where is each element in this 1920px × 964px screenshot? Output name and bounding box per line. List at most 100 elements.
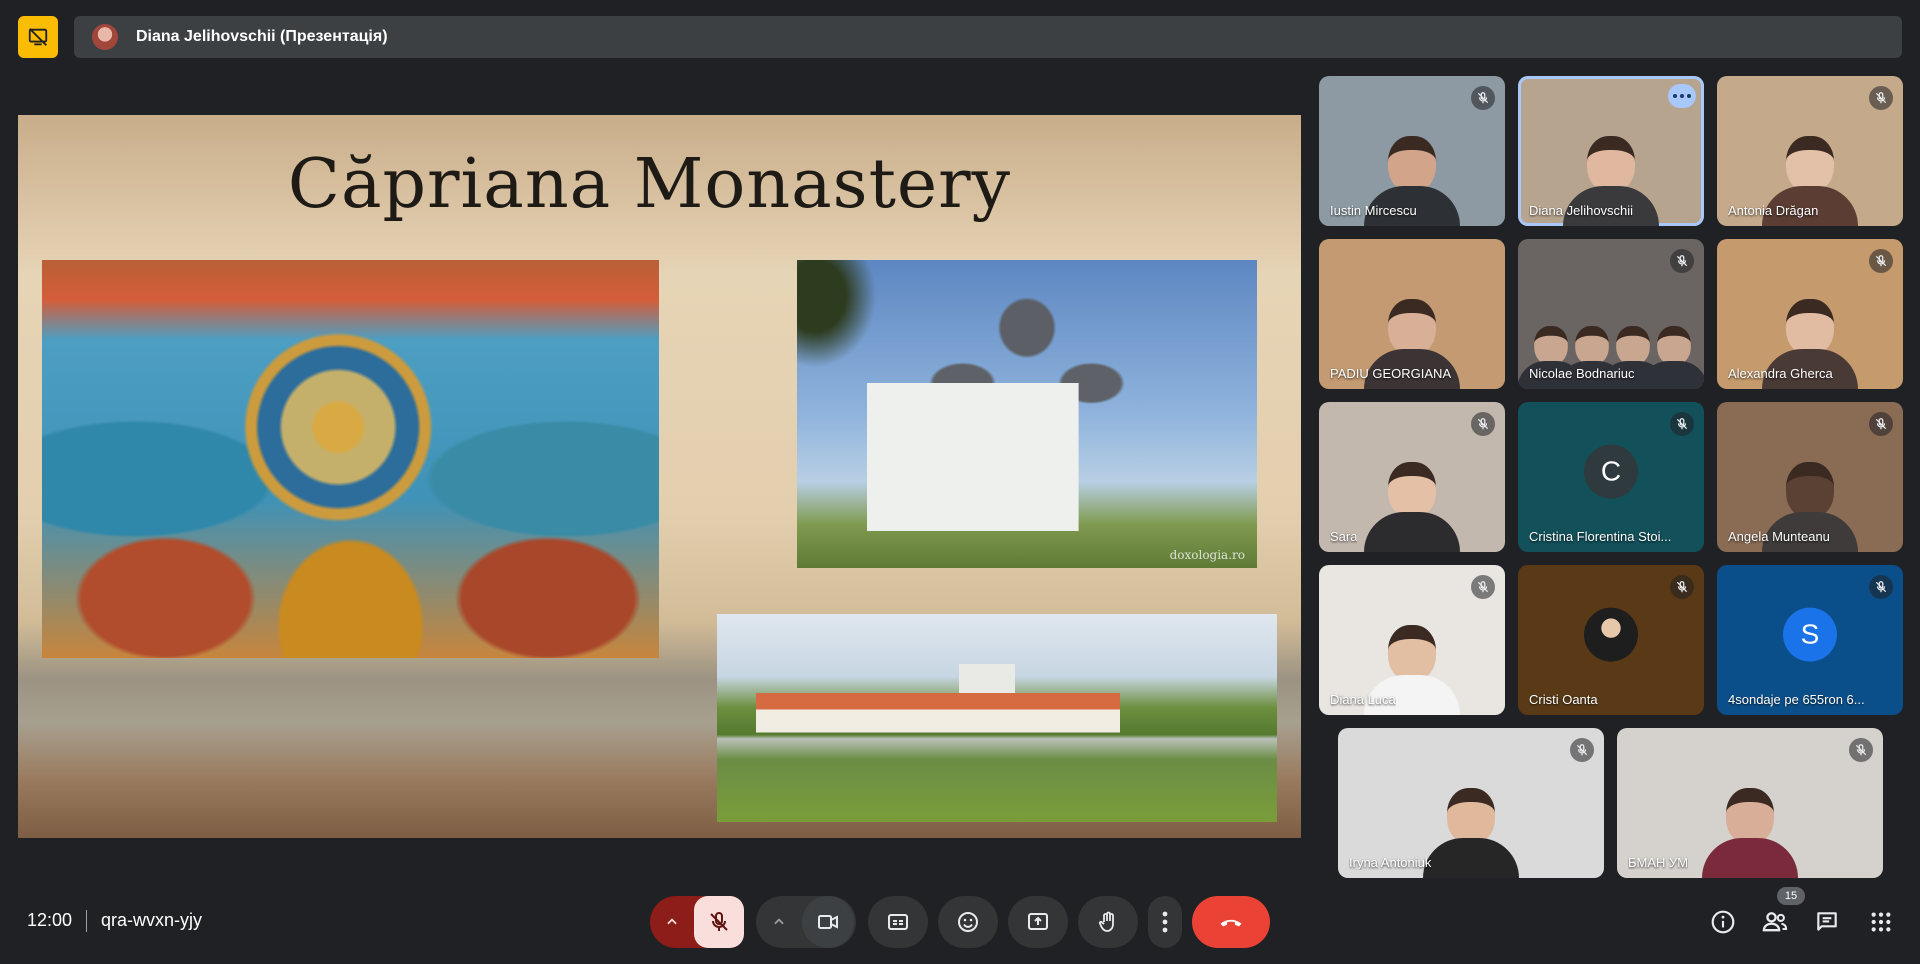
mic-off-icon: [1576, 744, 1588, 756]
captions-icon: [888, 914, 908, 930]
participant-name: Cristi Oanta: [1529, 692, 1598, 707]
meeting-code[interactable]: qra-wvxn-yjy: [101, 910, 202, 931]
presentation-slide: Căpriana Monastery doxologia.ro: [18, 115, 1301, 838]
participant-name: Angela Munteanu: [1728, 529, 1830, 544]
participant-tile[interactable]: Sara: [1319, 402, 1505, 552]
mic-off-icon: [710, 912, 728, 931]
meeting-clock: 12:00: [27, 910, 73, 930]
apps-grid-icon: [1871, 912, 1891, 932]
participant-avatar: C: [1584, 444, 1638, 499]
mic-off-icon: [1477, 581, 1489, 593]
mic-muted-indicator: [1670, 575, 1694, 599]
people-button[interactable]: [1760, 907, 1790, 937]
info-icon: [1711, 910, 1735, 934]
meeting-details-button[interactable]: [1708, 907, 1738, 937]
mic-muted-indicator: [1869, 86, 1893, 110]
raise-hand-button[interactable]: [1078, 896, 1138, 948]
mic-off-icon: [1855, 744, 1867, 756]
participant-tile[interactable]: Nicolae Bodnariuc: [1518, 239, 1704, 389]
reactions-button[interactable]: [938, 896, 998, 948]
participant-name: Nicolae Bodnariuc: [1529, 366, 1635, 381]
mic-muted-indicator: [1670, 249, 1694, 273]
participant-name: БМАН УМ: [1628, 855, 1689, 870]
participant-avatar: [1584, 607, 1638, 662]
participant-name: Diana Jelihovschii: [1529, 203, 1634, 218]
stop-presenting-button[interactable]: [18, 16, 58, 58]
participant-tile[interactable]: C Cristina Florentina Stoi...: [1518, 402, 1704, 552]
mic-off-icon: [1875, 418, 1887, 430]
participant-avatar: S: [1783, 607, 1837, 662]
stop-presenting-icon: [28, 28, 48, 46]
participant-tile[interactable]: Diana Jelihovschii: [1518, 76, 1704, 226]
camera-icon: [818, 915, 838, 929]
mic-muted-indicator: [1670, 412, 1694, 436]
presenter-avatar: [92, 24, 118, 50]
mic-muted-indicator: [1869, 575, 1893, 599]
participant-name: Iryna Antoniuk: [1349, 855, 1432, 870]
mic-muted-indicator: [1869, 249, 1893, 273]
participant-name: Cristina Florentina Stoi...: [1529, 529, 1672, 544]
mic-muted-indicator: [1849, 738, 1873, 762]
mic-muted-indicator: [1471, 412, 1495, 436]
participant-video: [1364, 462, 1460, 552]
participant-video: [1702, 788, 1798, 878]
mic-muted-indicator: [1471, 86, 1495, 110]
church-image: doxologia.ro: [797, 260, 1257, 568]
tile-more-options-button[interactable]: [1668, 84, 1696, 108]
mic-off-icon: [1875, 581, 1887, 593]
participant-name: Alexandra Gherca: [1728, 366, 1833, 381]
chevron-up-icon: [667, 918, 677, 925]
hand-icon: [1098, 911, 1114, 932]
activities-button[interactable]: [1866, 907, 1896, 937]
participant-name: Iustin Mircescu: [1330, 203, 1417, 218]
present-screen-button[interactable]: [1008, 896, 1068, 948]
participant-tile[interactable]: Iryna Antoniuk: [1338, 728, 1604, 878]
presenter-title: Diana Jelihovschii (Презентація): [136, 28, 388, 45]
participant-tile[interactable]: БМАН УМ: [1617, 728, 1883, 878]
camera-control-group: [756, 896, 856, 948]
leave-call-icon: [1220, 919, 1242, 927]
participant-tile[interactable]: Cristi Oanta: [1518, 565, 1704, 715]
mic-muted-indicator: [1471, 575, 1495, 599]
participant-tile[interactable]: Angela Munteanu: [1717, 402, 1903, 552]
mic-options-button[interactable]: [650, 896, 694, 948]
participant-name: Antonia Drăgan: [1728, 203, 1819, 218]
mic-off-icon: [1875, 255, 1887, 267]
ceiling-fresco-image: [42, 260, 659, 658]
leave-call-button[interactable]: [1192, 896, 1270, 948]
participant-video: [1423, 788, 1519, 878]
participant-video: [1640, 326, 1704, 389]
monastery-lake-image: [717, 614, 1277, 822]
mic-toggle-button[interactable]: [694, 896, 744, 948]
participant-tile[interactable]: Alexandra Gherca: [1717, 239, 1903, 389]
mic-off-icon: [1477, 92, 1489, 104]
participant-count-badge: 15: [1777, 887, 1805, 905]
captions-button[interactable]: [868, 896, 928, 948]
participant-name: Sara: [1330, 529, 1358, 544]
participant-name: 4sondaje pe 655ron 6...: [1728, 692, 1865, 707]
more-options-button[interactable]: [1148, 896, 1182, 948]
participant-name: Diana Luca: [1330, 692, 1396, 707]
chevron-up-icon: [774, 918, 784, 925]
presenter-banner: Diana Jelihovschii (Презентація): [74, 16, 1902, 58]
camera-toggle-button[interactable]: [802, 896, 854, 948]
slide-title: Căpriana Monastery: [287, 145, 1012, 224]
participant-tile[interactable]: S 4sondaje pe 655ron 6...: [1717, 565, 1903, 715]
participant-name: PADIU GEORGIANA: [1330, 366, 1452, 381]
chat-icon: [1817, 912, 1837, 931]
image-watermark: doxologia.ro: [1169, 548, 1245, 562]
mic-off-icon: [1477, 418, 1489, 430]
participant-tile[interactable]: Diana Luca: [1319, 565, 1505, 715]
participant-tile[interactable]: PADIU GEORGIANA: [1319, 239, 1505, 389]
mic-off-icon: [1676, 418, 1688, 430]
people-icon: [1762, 912, 1788, 932]
mic-off-icon: [1875, 92, 1887, 104]
mic-control-group: [650, 896, 744, 948]
camera-options-button[interactable]: [756, 896, 802, 948]
participant-tile[interactable]: Antonia Drăgan: [1717, 76, 1903, 226]
mic-muted-indicator: [1570, 738, 1594, 762]
mic-off-icon: [1676, 581, 1688, 593]
participant-tile[interactable]: Iustin Mircescu: [1319, 76, 1505, 226]
present-screen-icon: [1028, 913, 1048, 930]
chat-button[interactable]: [1812, 907, 1842, 937]
